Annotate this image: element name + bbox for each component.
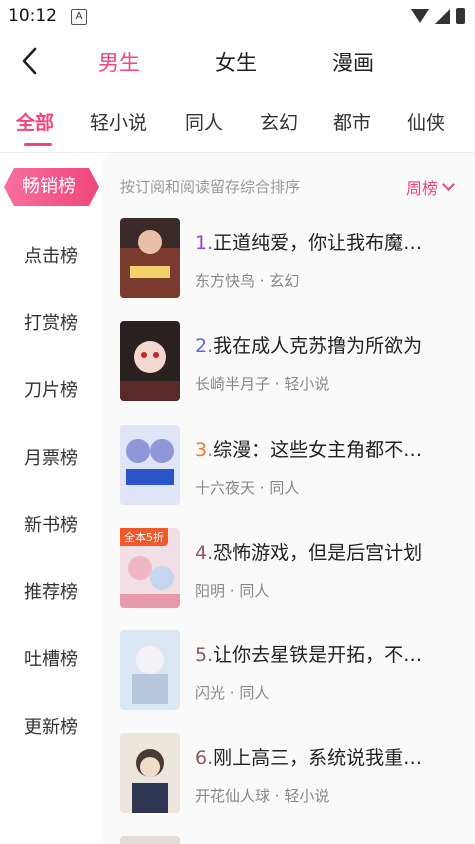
category-all[interactable]: 全部 (16, 108, 54, 135)
chevron-down-icon (442, 178, 455, 191)
book-rank: 2. (195, 335, 214, 357)
wifi-icon (411, 9, 429, 23)
book-cover (120, 425, 180, 505)
sidebar-item-monthly-votes[interactable]: 月票榜 (0, 444, 102, 470)
book-rank: 5. (195, 644, 214, 666)
battery-icon (456, 8, 465, 24)
category-active-indicator (24, 143, 52, 146)
book-meta: 东方快鸟 · 玄幻 (195, 272, 300, 290)
category-fantasy[interactable]: 玄幻 (260, 108, 298, 135)
discount-badge: 全本5折 (120, 528, 168, 546)
book-rank: 1. (195, 232, 214, 254)
period-label: 周榜 (405, 179, 438, 198)
book-title: 4.恐怖游戏，但是后宫计划 (195, 542, 423, 564)
tab-comics[interactable]: 漫画 (332, 47, 374, 77)
sidebar-item-bestseller[interactable]: 畅销榜 (4, 168, 94, 206)
sidebar-item-comments[interactable]: 吐槽榜 (0, 645, 102, 671)
book-cover (120, 630, 180, 710)
book-rank: 3. (195, 439, 214, 461)
category-light-novel[interactable]: 轻小说 (90, 108, 147, 135)
ranking-sidebar: 畅销榜 点击榜 打赏榜 刀片榜 月票榜 新书榜 推荐榜 吐槽榜 更新榜 (0, 153, 102, 844)
book-item[interactable]: 全本5折 4.恐怖游戏，但是后宫计划 阳明 · 同人 (120, 528, 460, 608)
category-fanfic[interactable]: 同人 (185, 108, 223, 135)
book-meta: 十六夜天 · 同人 (195, 479, 300, 497)
book-title: 2.我在成人克苏撸为所欲为 (195, 335, 423, 357)
signal-icon (435, 8, 450, 24)
book-item[interactable]: 2.我在成人克苏撸为所欲为 长崎半月子 · 轻小说 (120, 321, 460, 401)
sidebar-item-updates[interactable]: 更新榜 (0, 713, 102, 739)
sort-description: 按订阅和阅读留存综合排序 (120, 178, 301, 196)
book-cover (120, 218, 180, 298)
header: 男生 女生 漫画 (0, 34, 475, 92)
sidebar-item-clicks[interactable]: 点击榜 (0, 242, 102, 268)
category-urban[interactable]: 都市 (333, 108, 371, 135)
book-cover (120, 321, 180, 401)
book-title: 3.综漫：这些女主角都不… (195, 439, 423, 461)
book-title: 1.正道纯爱，你让我布魔… (195, 232, 423, 254)
book-item[interactable]: 5.让你去星铁是开拓，不… 闪光 · 同人 (120, 630, 460, 710)
back-arrow-icon[interactable] (16, 46, 46, 76)
status-icons (411, 8, 465, 24)
book-item[interactable]: 3.综漫：这些女主角都不… 十六夜天 · 同人 (120, 425, 460, 505)
sidebar-item-tips[interactable]: 打赏榜 (0, 309, 102, 335)
book-title: 5.让你去星铁是开拓，不… (195, 644, 423, 666)
sidebar-item-recommend[interactable]: 推荐榜 (0, 578, 102, 604)
book-title: 6.刚上高三，系统说我重… (195, 747, 423, 769)
book-item[interactable]: 6.刚上高三，系统说我重… 开花仙人球 · 轻小说 (120, 733, 460, 813)
sidebar-item-new-books[interactable]: 新书榜 (0, 511, 102, 537)
book-rank: 6. (195, 747, 214, 769)
book-cover (120, 733, 180, 813)
book-meta: 开花仙人球 · 轻小说 (195, 787, 330, 805)
tab-female[interactable]: 女生 (215, 47, 257, 77)
status-bar: 10:12 A (0, 0, 475, 34)
book-cover-partial (120, 836, 180, 844)
book-rank: 4. (195, 542, 214, 564)
sidebar-item-blades[interactable]: 刀片榜 (0, 376, 102, 402)
book-meta: 阳明 · 同人 (195, 582, 270, 600)
tab-male[interactable]: 男生 (98, 47, 140, 77)
status-time: 10:12 (8, 6, 57, 26)
category-xianxia[interactable]: 仙侠 (407, 108, 445, 135)
book-meta: 长崎半月子 · 轻小说 (195, 375, 330, 393)
book-item[interactable]: 1.正道纯爱，你让我布魔… 东方快鸟 · 玄幻 (120, 218, 460, 298)
notification-icon: A (71, 9, 87, 25)
period-dropdown[interactable]: 周榜 (405, 175, 455, 199)
ranking-list: 按订阅和阅读留存综合排序 周榜 1.正道纯爱，你让我布魔… 东方快鸟 · 玄幻 … (102, 153, 475, 844)
category-tabs: 全部 轻小说 同人 玄幻 都市 仙侠 (0, 92, 475, 153)
book-meta: 闪光 · 同人 (195, 684, 270, 702)
